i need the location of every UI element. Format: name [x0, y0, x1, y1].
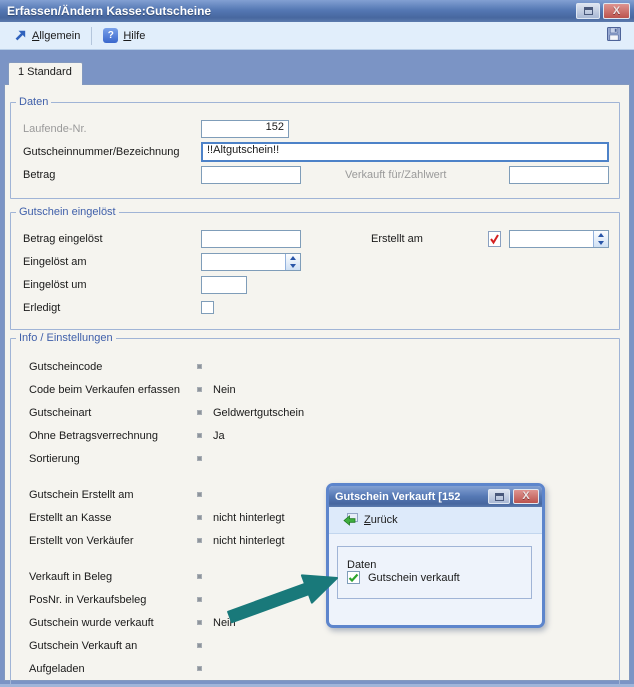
- bullet-icon: [197, 538, 202, 543]
- tab-standard[interactable]: 1 Standard: [8, 62, 83, 85]
- verkauft-fuer-label: Verkauft für/Zahlwert: [345, 169, 469, 181]
- gutschein-verkauft-label: Gutschein verkauft: [368, 572, 460, 584]
- erledigt-checkbox[interactable]: [201, 301, 214, 314]
- eingeloest-um-label: Eingelöst um: [23, 279, 201, 291]
- erstellt-am-label: Erstellt am: [371, 233, 463, 245]
- gutscheinnummer-field[interactable]: !!Altgutschein!!: [201, 142, 609, 162]
- info-row: Code beim Verkaufen erfassen Nein: [23, 378, 609, 401]
- annotation-arrow: [222, 565, 347, 631]
- zurueck-button[interactable]: Zurück: [337, 510, 404, 531]
- close-icon: X: [613, 6, 620, 17]
- popup-restore-button[interactable]: [488, 489, 510, 504]
- verkauft-fuer-field[interactable]: [509, 166, 609, 184]
- bullet-icon: [197, 643, 202, 648]
- hilfe-label: Hilfe: [123, 30, 145, 42]
- popup-daten-fieldset: Daten Gutschein verkauft: [337, 546, 532, 599]
- bullet-icon: [197, 456, 202, 461]
- allgemein-label: Allgemein: [32, 30, 80, 42]
- save-button[interactable]: [602, 24, 626, 47]
- info-legend: Info / Einstellungen: [16, 332, 116, 344]
- tab-label: 1 Standard: [18, 66, 72, 78]
- bullet-icon: [197, 410, 202, 415]
- save-icon: [606, 26, 622, 45]
- bullet-icon: [197, 387, 202, 392]
- eingeloest-legend: Gutschein eingelöst: [16, 206, 119, 218]
- daten-fieldset: Daten Laufende-Nr. 152 Gutscheinnummer/B…: [10, 102, 620, 199]
- main-toolbar: Allgemein ? Hilfe: [0, 22, 634, 50]
- restore-button[interactable]: [576, 3, 600, 19]
- back-arrow-icon: [343, 512, 359, 529]
- zurueck-label: Zurück: [364, 514, 398, 526]
- erledigt-label: Erledigt: [23, 302, 201, 314]
- bullet-icon: [197, 597, 202, 602]
- popup-title: Gutschein Verkauft [152: [335, 491, 485, 503]
- info-row: Aufgeladen: [23, 657, 609, 680]
- popup-close-button[interactable]: X: [513, 489, 539, 504]
- popup-daten-legend: Daten: [347, 559, 376, 571]
- bullet-icon: [197, 433, 202, 438]
- erstellt-am-field[interactable]: [509, 230, 609, 248]
- gutschein-verkauft-popup: Gutschein Verkauft [152 X Zurück Daten: [326, 483, 545, 628]
- betrag-eingeloest-field[interactable]: [201, 230, 301, 248]
- info-row: Ohne Betragsverrechnung Ja: [23, 424, 609, 447]
- window-title: Erfassen/Ändern Kasse:Gutscheine: [7, 4, 573, 18]
- info-row: Sortierung: [23, 447, 609, 470]
- toolbar-separator: [91, 27, 92, 45]
- info-row: Gutschein Verkauft an: [23, 634, 609, 657]
- document-check-icon[interactable]: [488, 231, 501, 247]
- laufende-nr-field[interactable]: 152: [201, 120, 289, 138]
- betrag-field[interactable]: [201, 166, 301, 184]
- close-button[interactable]: X: [603, 3, 630, 19]
- close-icon: X: [522, 491, 529, 502]
- info-row: Gutscheinart Geldwertgutschein: [23, 401, 609, 424]
- bullet-icon: [197, 364, 202, 369]
- eingeloest-am-label: Eingelöst am: [23, 256, 201, 268]
- laufende-nr-label: Laufende-Nr.: [23, 123, 201, 135]
- daten-legend: Daten: [16, 96, 51, 108]
- betrag-label: Betrag: [23, 169, 201, 181]
- popup-titlebar: Gutschein Verkauft [152 X: [329, 486, 542, 507]
- eingeloest-fieldset: Gutschein eingelöst Betrag eingelöst Ers…: [10, 212, 620, 330]
- eingeloest-am-field[interactable]: [201, 253, 301, 271]
- dialog-window: Erfassen/Ändern Kasse:Gutscheine X Allge…: [0, 0, 634, 687]
- info-row: Gutscheincode: [23, 355, 609, 378]
- checkmark-icon: [348, 573, 359, 583]
- betrag-eingeloest-label: Betrag eingelöst: [23, 233, 201, 245]
- restore-icon: [584, 7, 593, 15]
- spinner-icon[interactable]: [285, 254, 300, 270]
- help-icon: ?: [103, 28, 118, 43]
- popup-toolbar: Zurück: [329, 507, 542, 534]
- gutscheinnummer-label: Gutscheinnummer/Bezeichnung: [23, 146, 201, 158]
- restore-icon: [495, 493, 504, 501]
- bullet-icon: [197, 492, 202, 497]
- eingeloest-um-field[interactable]: [201, 276, 247, 294]
- arrow-up-right-icon: [14, 29, 27, 42]
- bullet-icon: [197, 574, 202, 579]
- gutschein-verkauft-checkbox[interactable]: [347, 571, 360, 584]
- bullet-icon: [197, 515, 202, 520]
- allgemein-button[interactable]: Allgemein: [8, 27, 86, 44]
- spinner-icon[interactable]: [593, 231, 608, 247]
- hilfe-button[interactable]: ? Hilfe: [97, 26, 151, 45]
- bullet-icon: [197, 620, 202, 625]
- titlebar: Erfassen/Ändern Kasse:Gutscheine X: [0, 0, 634, 22]
- bullet-icon: [197, 666, 202, 671]
